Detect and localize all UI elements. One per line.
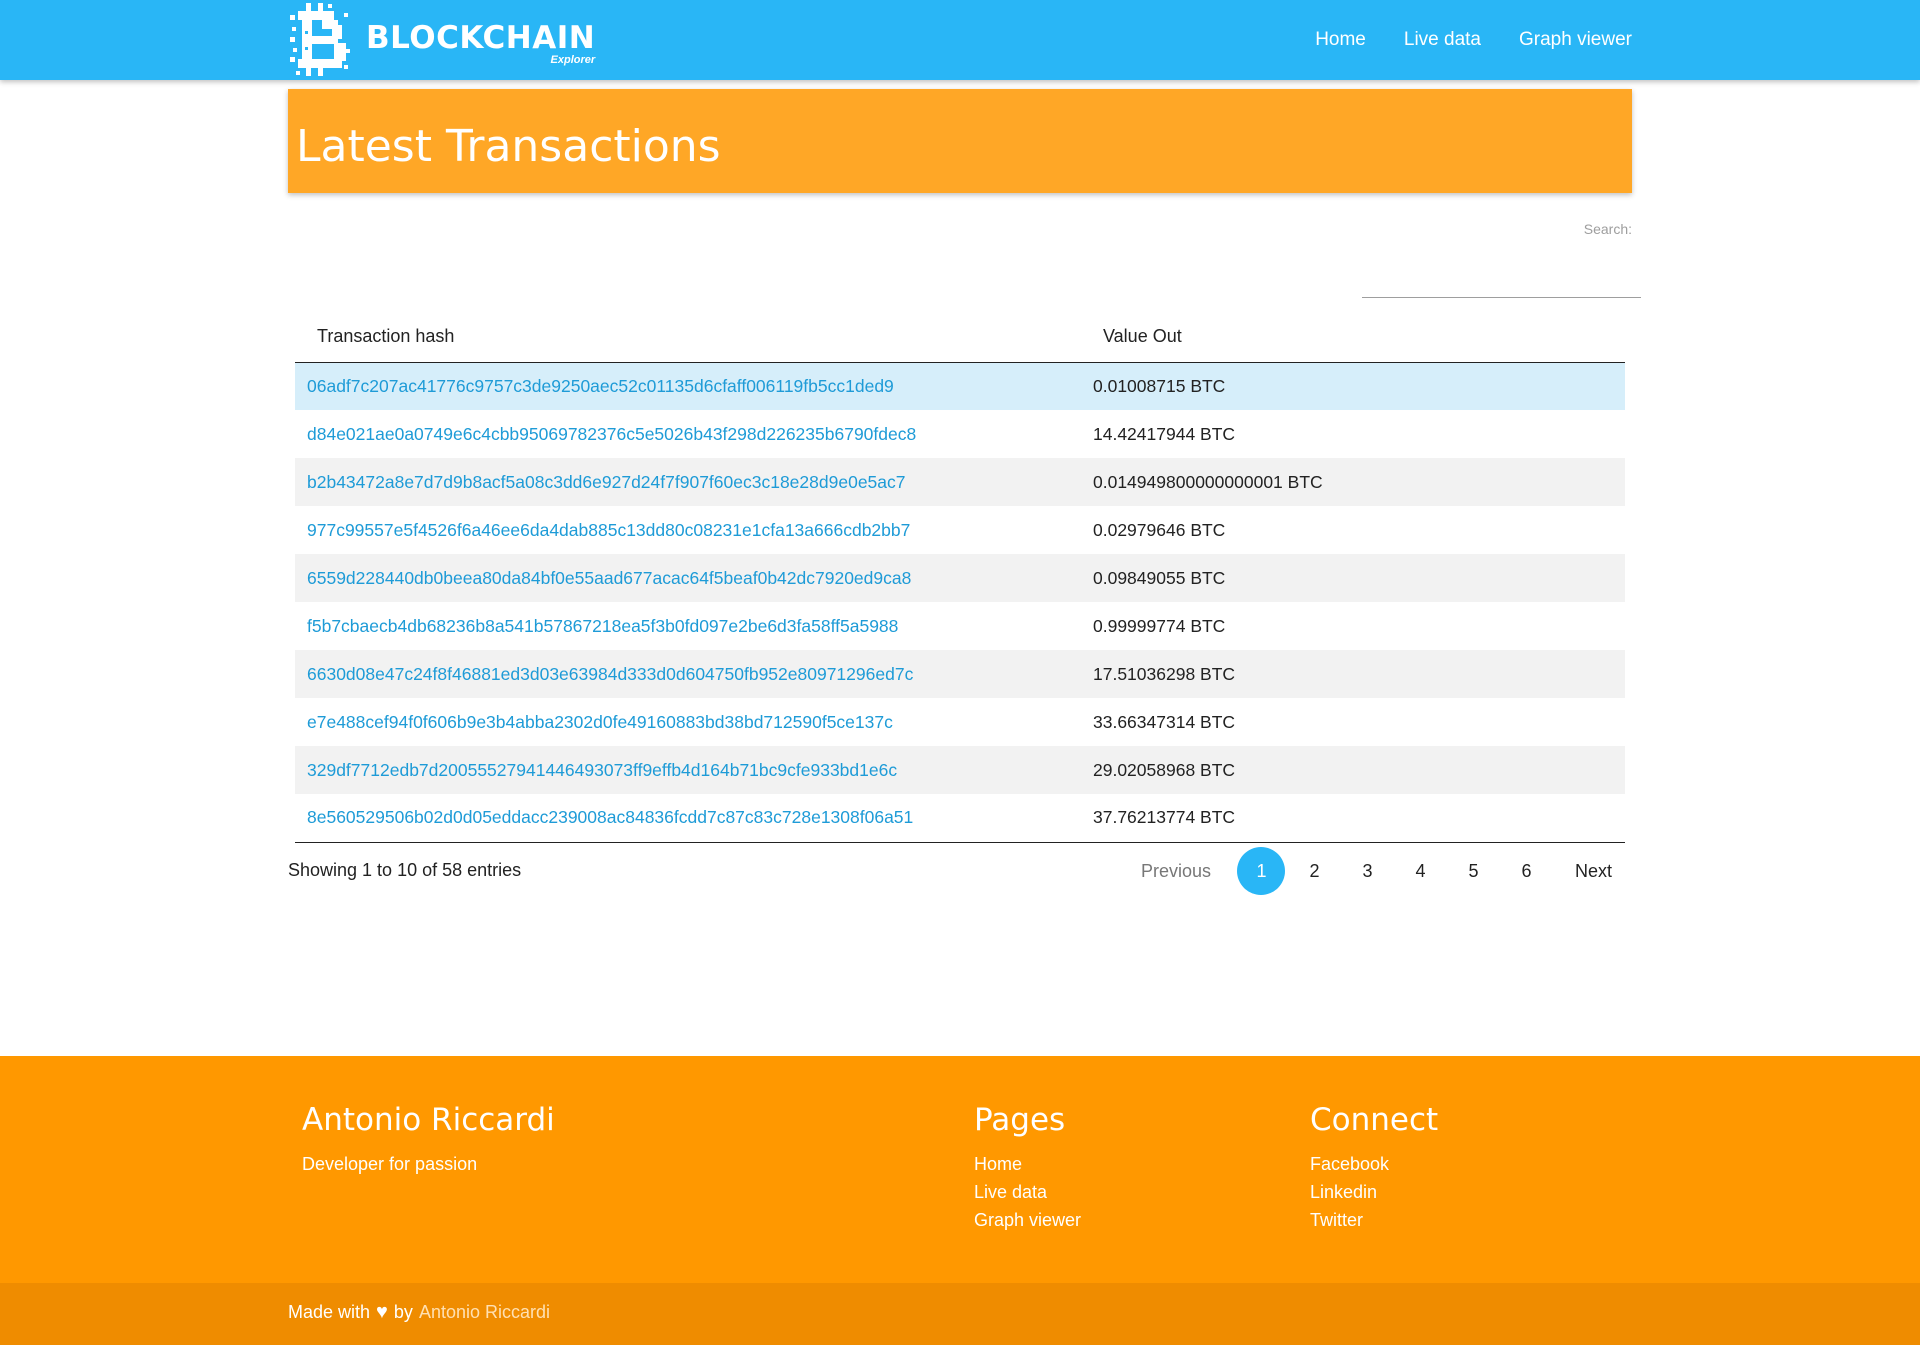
value-out-cell: 0.014949800000000001 BTC: [1081, 458, 1625, 506]
footer-link-facebook[interactable]: Facebook: [1310, 1150, 1438, 1178]
page-title-card: Latest Transactions: [288, 89, 1632, 193]
page-button-3[interactable]: 3: [1343, 847, 1391, 895]
transaction-hash-link[interactable]: 329df7712edb7d20055527941446493073ff9eff…: [307, 760, 897, 780]
transaction-hash-cell: 6630d08e47c24f8f46881ed3d03e63984d333d0d…: [295, 650, 1081, 698]
table-row[interactable]: 977c99557e5f4526f6a46ee6da4dab885c13dd80…: [295, 506, 1625, 554]
table-row[interactable]: 329df7712edb7d20055527941446493073ff9eff…: [295, 746, 1625, 794]
value-out-cell: 0.99999774 BTC: [1093, 615, 1226, 636]
page-button-5[interactable]: 5: [1449, 847, 1497, 895]
footer-link-home[interactable]: Home: [974, 1150, 1081, 1178]
main-nav: Home Live data Graph viewer: [1277, 0, 1632, 80]
footer-link-live-data[interactable]: Live data: [974, 1178, 1081, 1206]
page-title: Latest Transactions: [296, 121, 721, 172]
next-page-button[interactable]: Next: [1575, 861, 1612, 882]
top-navbar: BLOCKCHAIN Explorer Home Live data Graph…: [0, 0, 1920, 80]
transactions-table: Transaction hash Value Out 06adf7c207ac4…: [295, 312, 1625, 843]
brand-logo-link[interactable]: BLOCKCHAIN Explorer: [288, 0, 595, 80]
value-out-cell: 0.09849055 BTC: [1081, 554, 1625, 602]
page-footer: Antonio Riccardi Developer for passion P…: [0, 1056, 1920, 1283]
page-button-2[interactable]: 2: [1290, 847, 1338, 895]
search-label: Search:: [1583, 221, 1632, 237]
transaction-hash-cell: 8e560529506b02d0d05eddacc239008ac84836fc…: [295, 794, 1081, 843]
footer-link-twitter[interactable]: Twitter: [1310, 1206, 1438, 1234]
brand-text: BLOCKCHAIN Explorer: [366, 22, 595, 66]
footer-author-tagline: Developer for passion: [302, 1154, 478, 1174]
value-out-cell: 0.02979646 BTC: [1093, 519, 1226, 540]
footer-author-section: Antonio Riccardi Developer for passion: [302, 1102, 555, 1178]
page-button-4[interactable]: 4: [1396, 847, 1444, 895]
author-link[interactable]: Antonio Riccardi: [419, 1302, 550, 1323]
value-out-cell: 33.66347314 BTC: [1093, 711, 1236, 732]
table-info: Showing 1 to 10 of 58 entries: [288, 860, 522, 880]
nav-home[interactable]: Home: [1315, 29, 1366, 51]
transaction-hash-cell: 6559d228440db0beea80da84bf0e55aad677acac…: [295, 554, 1081, 602]
transaction-hash-cell: e7e488cef94f0f606b9e3b4abba2302d0fe49160…: [295, 698, 1081, 746]
table-header-row: Transaction hash Value Out: [295, 312, 1625, 363]
table-row[interactable]: 06adf7c207ac41776c9757c3de9250aec52c0113…: [295, 362, 1625, 410]
transaction-hash-link[interactable]: 06adf7c207ac41776c9757c3de9250aec52c0113…: [307, 376, 894, 396]
table-row[interactable]: d84e021ae0a0749e6c4cbb95069782376c5e5026…: [295, 410, 1625, 458]
transaction-hash-cell: 329df7712edb7d20055527941446493073ff9eff…: [295, 746, 1081, 794]
transaction-hash-cell: 06adf7c207ac41776c9757c3de9250aec52c0113…: [295, 362, 1081, 410]
transaction-hash-link[interactable]: b2b43472a8e7d7d9b8acf5a08c3dd6e927d24f7f…: [307, 472, 906, 492]
transaction-hash-link[interactable]: 977c99557e5f4526f6a46ee6da4dab885c13dd80…: [307, 520, 910, 540]
value-out-cell: 17.51036298 BTC: [1081, 650, 1625, 698]
heart-icon: ♥: [376, 1301, 388, 1323]
page-button-1[interactable]: 1: [1237, 847, 1286, 895]
footer-link-graph-viewer[interactable]: Graph viewer: [974, 1206, 1081, 1234]
column-header-value-out[interactable]: Value Out: [1081, 312, 1625, 363]
previous-page-button[interactable]: Previous: [1141, 861, 1211, 882]
transaction-hash-link[interactable]: f5b7cbaecb4db68236b8a541b57867218ea5f3b0…: [307, 616, 898, 636]
table-row[interactable]: b2b43472a8e7d7d9b8acf5a08c3dd6e927d24f7f…: [295, 458, 1625, 506]
footer-link-linkedin[interactable]: Linkedin: [1310, 1178, 1438, 1206]
blockchain-logo-icon: [288, 1, 352, 79]
value-out-cell: 0.01008715 BTC: [1081, 362, 1625, 410]
transaction-hash-link[interactable]: 8e560529506b02d0d05eddacc239008ac84836fc…: [307, 807, 913, 827]
table-row[interactable]: 8e560529506b02d0d05eddacc239008ac84836fc…: [295, 794, 1625, 843]
copyright-text: Made with ♥ by Antonio Riccardi: [288, 1301, 550, 1324]
table-row[interactable]: e7e488cef94f0f606b9e3b4abba2302d0fe49160…: [295, 698, 1625, 746]
by-text: by: [393, 1302, 413, 1322]
transaction-hash-cell: b2b43472a8e7d7d9b8acf5a08c3dd6e927d24f7f…: [295, 458, 1081, 506]
transaction-hash-link[interactable]: 6630d08e47c24f8f46881ed3d03e63984d333d0d…: [307, 664, 913, 684]
page-button-6[interactable]: 6: [1502, 847, 1550, 895]
footer-connect-heading: Connect: [1310, 1102, 1439, 1138]
transaction-hash-cell: d84e021ae0a0749e6c4cbb95069782376c5e5026…: [295, 410, 1081, 458]
search-input[interactable]: [1362, 264, 1641, 298]
footer-pages-heading: Pages: [974, 1102, 1066, 1138]
value-out-cell: 29.02058968 BTC: [1081, 746, 1625, 794]
nav-graph-viewer[interactable]: Graph viewer: [1519, 29, 1632, 51]
copyright-bar: Made with ♥ by Antonio Riccardi: [0, 1283, 1920, 1345]
transaction-hash-link[interactable]: d84e021ae0a0749e6c4cbb95069782376c5e5026…: [307, 424, 916, 444]
pagination: Previous 1 2 3 4 5 6 Next: [1141, 847, 1632, 895]
table-row[interactable]: 6630d08e47c24f8f46881ed3d03e63984d333d0d…: [295, 650, 1625, 698]
footer-pages-section: Pages Home Live data Graph viewer: [974, 1102, 1081, 1234]
transaction-hash-link[interactable]: 6559d228440db0beea80da84bf0e55aad677acac…: [307, 568, 911, 588]
value-out-cell: 37.76213774 BTC: [1081, 794, 1625, 843]
made-with-text: Made with: [288, 1302, 371, 1322]
table-row[interactable]: 6559d228440db0beea80da84bf0e55aad677acac…: [295, 554, 1625, 602]
footer-connect-section: Connect Facebook Linkedin Twitter: [1310, 1102, 1438, 1234]
nav-live-data[interactable]: Live data: [1404, 29, 1481, 51]
column-header-transaction-hash[interactable]: Transaction hash: [295, 312, 1081, 363]
transaction-hash-cell: 977c99557e5f4526f6a46ee6da4dab885c13dd80…: [295, 506, 1081, 554]
transaction-hash-cell: f5b7cbaecb4db68236b8a541b57867218ea5f3b0…: [295, 602, 1081, 650]
transaction-hash-link[interactable]: e7e488cef94f0f606b9e3b4abba2302d0fe49160…: [307, 712, 893, 732]
table-row[interactable]: f5b7cbaecb4db68236b8a541b57867218ea5f3b0…: [295, 602, 1625, 650]
value-out-cell: 14.42417944 BTC: [1093, 423, 1236, 444]
footer-author-heading: Antonio Riccardi: [302, 1102, 555, 1138]
brand-title: BLOCKCHAIN: [366, 20, 596, 56]
